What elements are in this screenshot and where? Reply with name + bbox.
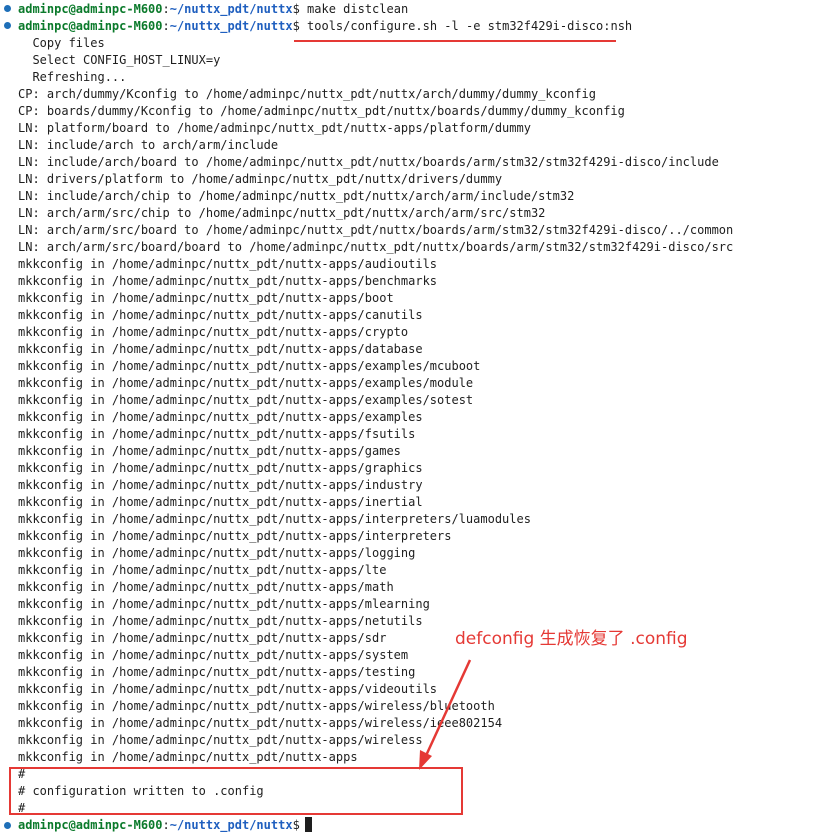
terminal-output[interactable]: adminpc@adminpc-M600:~/nuttx_pdt/nuttx$ … [0, 0, 839, 838]
annotation-arrow-icon [419, 659, 472, 770]
